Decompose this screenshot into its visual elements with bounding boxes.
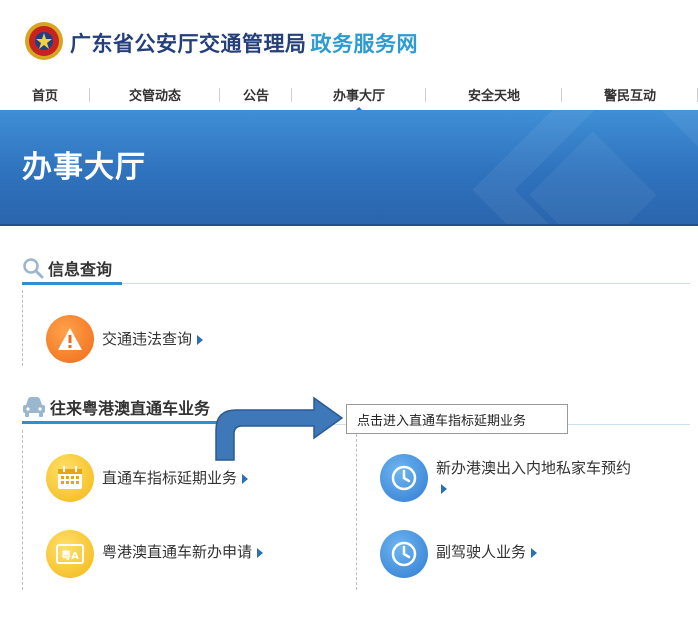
section-underline: [22, 282, 122, 285]
nav-safety[interactable]: 安全天地: [426, 80, 562, 108]
nav-label: 办事大厅: [332, 88, 385, 104]
section-underline: [22, 421, 228, 424]
arrow-right-icon: [242, 473, 249, 484]
nav-label: 公告: [242, 88, 269, 104]
id-card-icon: 粤A: [46, 530, 94, 578]
nav-label: 安全天地: [467, 88, 520, 104]
nav-announcements[interactable]: 公告: [220, 80, 292, 108]
id-card-icon-text: 粤A: [61, 550, 79, 562]
page-banner: 办事大厅: [0, 110, 698, 226]
callout-text: 点击进入直通车指标延期业务: [357, 413, 527, 429]
section-info-query-header: 信息查询: [22, 254, 112, 282]
clock-icon: [380, 530, 428, 578]
dashed-divider: [22, 430, 23, 590]
annotation-callout: 点击进入直通车指标延期业务: [346, 404, 568, 434]
arrow-right-icon: [441, 483, 447, 494]
nav-label: 首页: [31, 88, 58, 104]
nav-service-hall[interactable]: 办事大厅: [292, 80, 426, 112]
section-hk-macau-header: 往来粤港澳直通车业务: [22, 393, 210, 421]
dashed-divider: [22, 290, 23, 366]
page-title: 办事大厅: [22, 150, 146, 185]
warning-icon: [46, 315, 94, 363]
service-co-driver[interactable]: 副驾驶人业务: [380, 530, 538, 578]
nav-label: 交管动态: [128, 88, 181, 104]
service-new-through-vehicle-application[interactable]: 粤A 粤港澳直通车新办申请: [46, 530, 264, 578]
service-traffic-violation-query[interactable]: 交通违法查询: [46, 315, 204, 363]
dashed-divider: [356, 434, 357, 590]
nav-label: 警民互动: [603, 88, 656, 104]
annotation-arrow-icon: [215, 396, 344, 461]
section-title: 信息查询: [48, 260, 113, 279]
arrow-right-icon: [257, 547, 264, 558]
car-icon: [23, 397, 45, 417]
calendar-icon: [46, 454, 94, 502]
service-new-hk-macau-private-car-appointment[interactable]: 新办港澳出入内地私家车预约: [380, 454, 636, 502]
search-icon: [23, 258, 44, 279]
arrow-right-icon: [531, 547, 538, 558]
section-divider: [122, 283, 690, 284]
nav-police-interaction[interactable]: 警民互动: [562, 80, 698, 108]
service-label: 直通车指标延期业务: [102, 469, 238, 487]
main-nav: 首页 交管动态 公告 办事大厅 安全天地 警民互动: [0, 80, 698, 112]
service-label: 粤港澳直通车新办申请: [102, 543, 253, 561]
site-header: 广东省公安厅交通管理局 政务服务网 首页 交管动态 公告 办事大厅 安全天地 警民…: [0, 0, 698, 112]
site-title-main: 广东省公安厅交通管理局: [70, 32, 307, 56]
clock-icon: [380, 454, 428, 502]
service-label: 交通违法查询: [102, 330, 193, 348]
service-label: 新办港澳出入内地私家车预约: [436, 459, 632, 477]
police-emblem-icon: [25, 22, 63, 60]
site-title[interactable]: 广东省公安厅交通管理局 政务服务网: [70, 28, 418, 58]
service-label: 副驾驶人业务: [436, 543, 527, 561]
site-title-accent: 政务服务网: [310, 32, 418, 56]
nav-home[interactable]: 首页: [0, 80, 90, 108]
arrow-right-icon: [197, 334, 204, 345]
nav-traffic-news[interactable]: 交管动态: [90, 80, 220, 108]
section-title: 往来粤港澳直通车业务: [50, 399, 211, 418]
